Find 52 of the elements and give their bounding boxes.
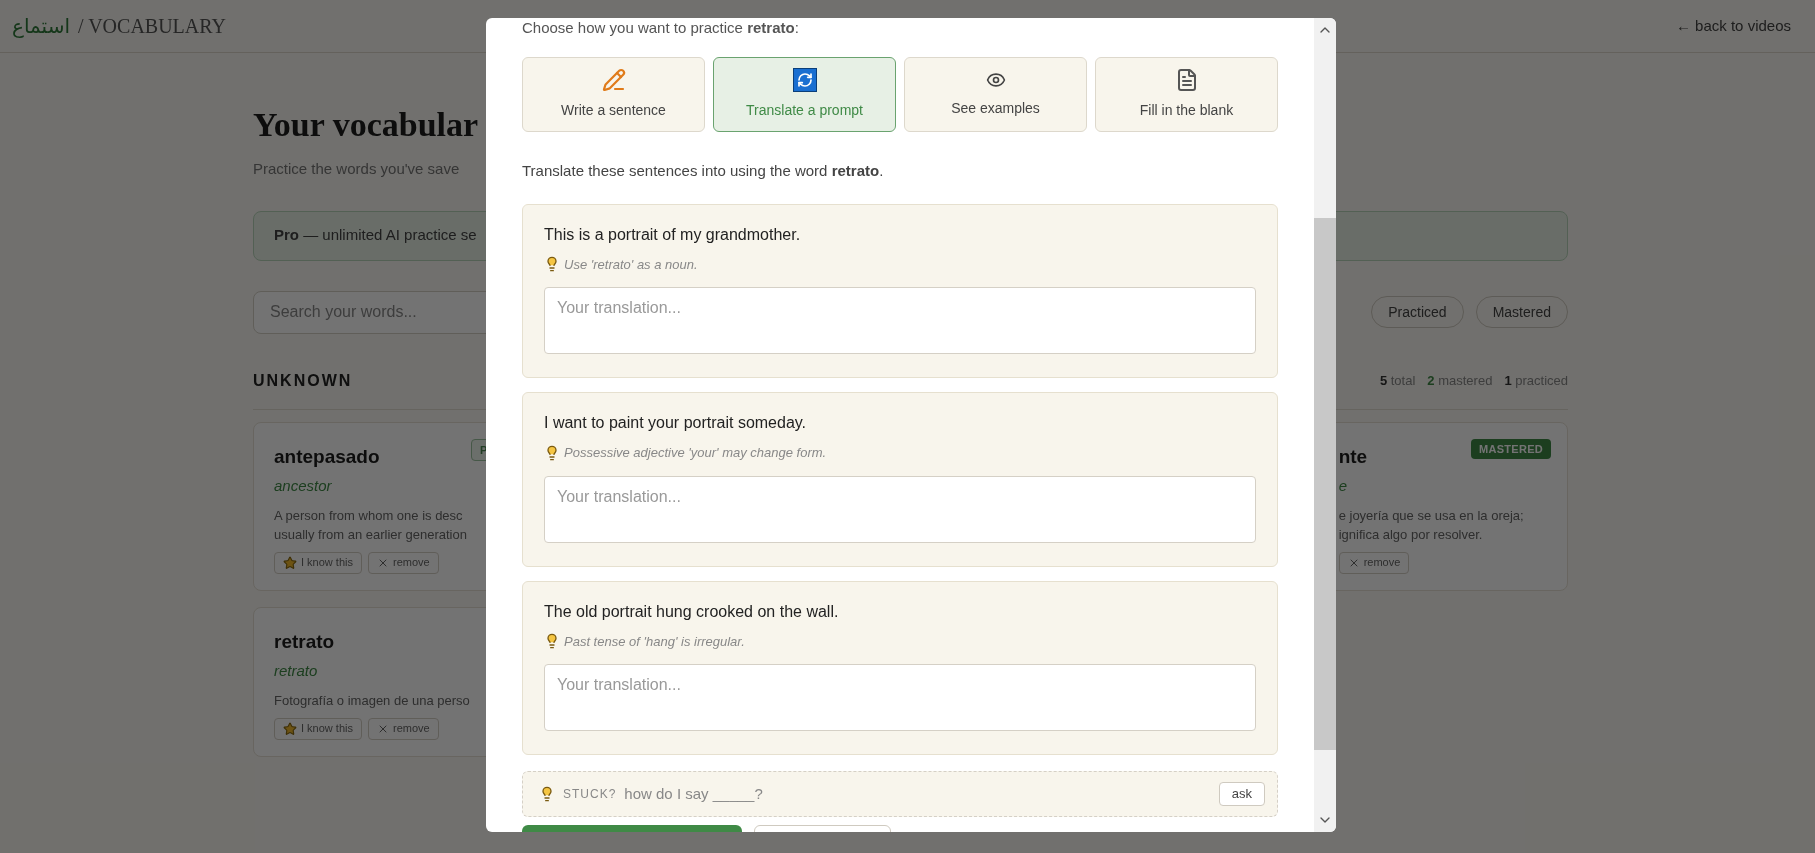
section-heading: UNKNOWN [253, 370, 353, 391]
definition-line: e joyería que se usa en la oreja; [1338, 506, 1524, 525]
page-title: Your vocabular [253, 105, 479, 145]
instruction-text: Translate these sentences into using the word retrato. [522, 161, 885, 181]
practice-option[interactable]: See examples [904, 57, 1087, 132]
word-title: antepasado [274, 444, 380, 469]
stuck-bar[interactable]: STUCK? how do I say _____? ask [522, 771, 1278, 817]
practice-option[interactable]: Translate a prompt [713, 57, 896, 132]
translation-field[interactable]: Your translation... [544, 664, 1256, 731]
ask-button[interactable]: ask [1218, 782, 1265, 806]
definition-line: A person from whom one is desc [274, 506, 463, 525]
star-icon [283, 555, 297, 570]
logo[interactable]: استماع [12, 11, 70, 41]
lightbulb-icon [539, 786, 555, 802]
definition-line: Fotografía o imagen de una perso [274, 691, 470, 710]
remove-button[interactable]: remove [367, 717, 439, 740]
word-translation: e [1338, 476, 1347, 496]
prompt-hint: Past tense of 'hang' is irregular. [564, 632, 745, 651]
remove-button[interactable]: remove [1338, 551, 1410, 574]
know-button[interactable]: I know this [274, 551, 362, 574]
lightbulb-icon [544, 444, 560, 461]
prompt-sentence: The old portrait hung crooked on the wall. [544, 601, 840, 622]
refresh-icon [792, 68, 817, 92]
prompt-sentence: I want to paint your portrait someday. [544, 413, 808, 433]
prompt-sentence: This is a portrait of my grandmother. [544, 224, 802, 245]
lightbulb-icon [544, 256, 560, 273]
scroll-thumb[interactable] [1314, 218, 1336, 750]
stuck-label: STUCK? [563, 786, 617, 803]
prompt-hint: Possessive adjective 'your' may change form. [564, 444, 827, 462]
eye-icon [985, 70, 1006, 90]
word-translation: retrato [274, 661, 318, 681]
page-subtitle: Practice the words you've save [253, 159, 460, 179]
scrollbar[interactable] [1314, 18, 1336, 832]
dialog-intro: Choose how you want to practice retrato: [522, 18, 800, 38]
translation-field[interactable]: Your translation... [544, 287, 1256, 354]
question-field[interactable]: how do I say _____? [624, 782, 1211, 806]
translation-field[interactable]: Your translation... [544, 475, 1256, 543]
section-title: / VOCABULARY [77, 14, 226, 39]
practice-option[interactable]: Write a sentence [522, 57, 705, 132]
pencil-icon [601, 68, 626, 92]
star-icon [283, 721, 297, 736]
practice-option[interactable]: Fill in the blank [1095, 57, 1278, 132]
definition-line: ignifica algo por resolver. [1338, 525, 1483, 544]
status-badge: MASTERED [1471, 438, 1551, 459]
word-translation: ancestor [274, 476, 332, 496]
lightbulb-icon [544, 633, 560, 650]
definition-line: usually from an earlier generation [274, 525, 467, 544]
remove-button[interactable]: remove [367, 551, 439, 574]
word-title: nte [1338, 444, 1368, 469]
word-title: retrato [274, 629, 335, 654]
back-link[interactable]: ← back to videos [1675, 14, 1803, 38]
know-button[interactable]: I know this [274, 717, 362, 740]
